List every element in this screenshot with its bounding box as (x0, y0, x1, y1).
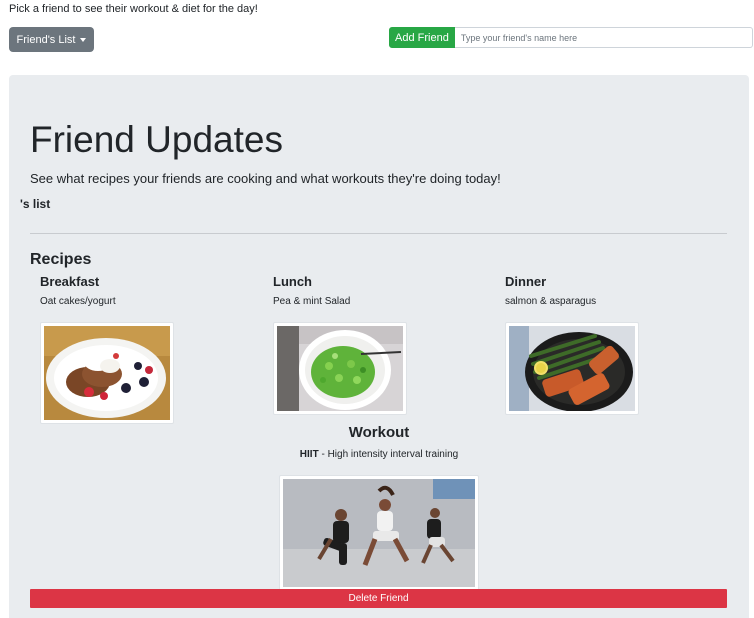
workout-description: HIIT - High intensity interval training (9, 449, 749, 460)
breakfast-image (40, 322, 174, 424)
add-friend-group: Add Friend (389, 27, 753, 48)
friends-list-dropdown[interactable]: Friend's List (9, 27, 94, 52)
meal-title: Lunch (273, 274, 312, 289)
meal-title: Breakfast (40, 274, 100, 289)
friend-name-input[interactable] (454, 27, 753, 48)
workout-heading: Workout (348, 424, 410, 441)
friends-list-label: Friend's List (16, 33, 76, 46)
meal-dinner: Dinner salmon & asparagus (505, 274, 725, 307)
delete-friend-button[interactable]: Delete Friend (30, 589, 727, 608)
meal-breakfast: Breakfast Oat cakes/yogurt (40, 274, 260, 307)
friend-updates-panel: Friend Updates See what recipes your fri… (9, 75, 749, 618)
workout-details: High intensity interval training (327, 449, 459, 460)
caret-down-icon (80, 37, 87, 42)
dinner-image (505, 322, 639, 415)
recipes-heading: Recipes (30, 251, 92, 268)
lunch-image (273, 322, 407, 415)
workout-image (279, 475, 479, 591)
intro-text: Pick a friend to see their workout & die… (9, 3, 258, 15)
meal-description: Oat cakes/yogurt (40, 296, 116, 307)
add-friend-button[interactable]: Add Friend (389, 27, 455, 48)
page-subtitle: See what recipes your friends are cookin… (30, 171, 501, 186)
meal-description: Pea & mint Salad (273, 296, 351, 307)
workout-name: HIIT (299, 449, 319, 460)
meal-lunch: Lunch Pea & mint Salad (273, 274, 493, 307)
meal-title: Dinner (505, 274, 547, 289)
workout-separator: - (318, 449, 328, 460)
divider (30, 233, 727, 234)
meal-description: salmon & asparagus (505, 296, 597, 307)
page-title: Friend Updates (30, 119, 283, 160)
friend-list-name: 's list (20, 197, 51, 211)
